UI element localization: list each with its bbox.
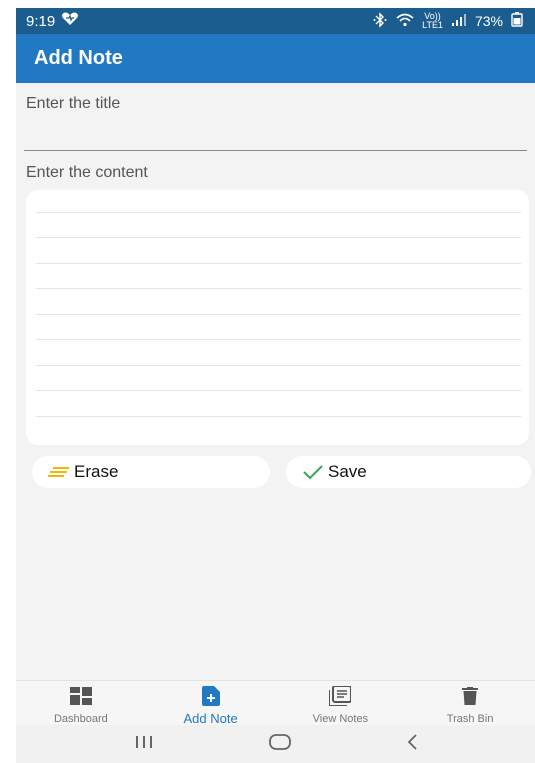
ruled-line (36, 390, 521, 391)
ruled-line (36, 365, 521, 366)
add-note-form: Enter the content Erase Save (16, 83, 535, 680)
volte-indicator: Vo)) LTE1 (422, 11, 443, 30)
bluetooth-icon (372, 11, 388, 31)
recent-apps-button[interactable] (133, 735, 155, 754)
nav-item-view-notes[interactable]: View Notes (276, 681, 406, 725)
ruled-line (36, 212, 521, 213)
status-bar: 9:19 Vo)) LTE1 73% (16, 8, 535, 34)
erase-label: Erase (74, 462, 119, 481)
save-label: Save (328, 462, 367, 481)
nav-item-trash-bin[interactable]: Trash Bin (405, 681, 535, 725)
erase-icon (48, 465, 70, 479)
dashboard-icon (69, 687, 92, 705)
save-button[interactable]: Save (286, 456, 531, 488)
nav-label: View Notes (312, 713, 369, 725)
heart-notification-icon (61, 12, 79, 30)
check-icon (302, 464, 324, 480)
signal-icon (451, 13, 467, 30)
nav-item-add-note[interactable]: Add Note (146, 681, 276, 726)
nav-item-dashboard[interactable]: Dashboard (16, 681, 146, 725)
title-input[interactable] (24, 91, 527, 151)
nav-label: Trash Bin (446, 713, 494, 725)
ruled-line (36, 314, 521, 315)
content-textarea[interactable] (26, 190, 529, 445)
view-notes-icon (329, 686, 352, 706)
ruled-line (36, 416, 521, 417)
battery-icon (511, 12, 523, 30)
battery-percent: 73% (474, 13, 503, 29)
page-title: Add Note (34, 47, 123, 69)
ruled-line (36, 237, 521, 238)
nav-label: Add Note (183, 711, 238, 726)
content-label: Enter the content (26, 164, 148, 181)
wifi-icon (396, 13, 414, 30)
trash-icon (462, 687, 479, 705)
erase-button[interactable]: Erase (32, 456, 270, 488)
nav-label: Dashboard (53, 713, 108, 725)
back-button[interactable] (405, 733, 419, 756)
bottom-navigation: Dashboard Add Note View Notes Trash Bin (16, 680, 535, 726)
ruled-line (36, 288, 521, 289)
system-navigation-bar (16, 725, 535, 763)
app-bar: Add Note (16, 34, 535, 83)
ruled-line (36, 263, 521, 264)
status-time: 9:19 (26, 12, 56, 30)
phone-screen: 9:19 Vo)) LTE1 73% Add Note Enter the ti… (16, 0, 535, 763)
home-button[interactable] (268, 733, 292, 756)
add-note-icon (201, 686, 220, 706)
ruled-line (36, 339, 521, 340)
